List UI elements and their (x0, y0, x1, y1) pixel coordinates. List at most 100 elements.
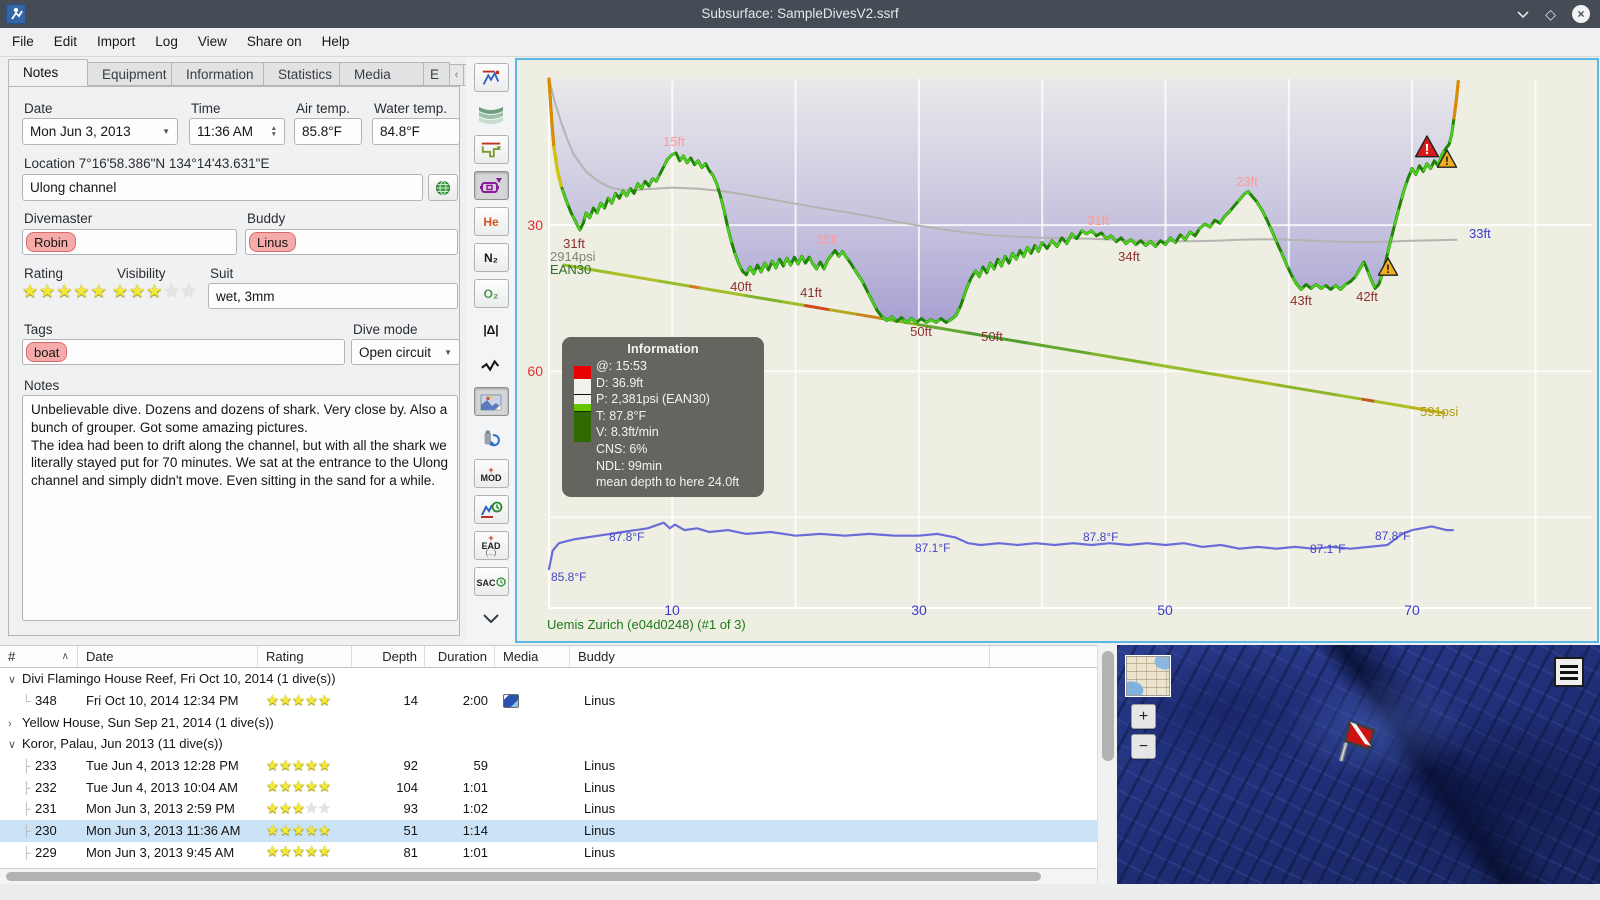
maximize-icon[interactable]: ◇ (1545, 7, 1556, 21)
tab-statistics[interactable]: Statistics (264, 62, 340, 86)
horizontal-scrollbar-handle[interactable] (6, 872, 1041, 881)
buddy-tag[interactable]: Linus (249, 232, 297, 252)
collapse-icon[interactable]: ∨ (8, 673, 22, 686)
dive-profile-chart[interactable]: 30 60 10 30 50 70 Uemis Zurich (e04d0248) (#1 … (515, 58, 1599, 643)
runner-clock-icon[interactable] (473, 495, 509, 524)
location-field[interactable] (22, 174, 423, 201)
divemaster-tag[interactable]: Robin (26, 232, 76, 252)
collapse-icon[interactable]: ∨ (8, 738, 22, 751)
tree-connector: └ (22, 694, 31, 709)
dive-mode-combobox[interactable]: Open circuit ▼ (351, 339, 460, 365)
minimap-thumbnail[interactable] (1126, 656, 1170, 696)
svg-text:50: 50 (1157, 602, 1173, 618)
he-graph-icon[interactable]: He (473, 207, 509, 236)
sort-indicator-icon[interactable]: ∧ (62, 646, 69, 667)
tab-information[interactable]: Information (172, 62, 264, 86)
dive-row[interactable]: ├ 229 Mon Jun 3, 2013 9:45 AM ★★★★★ 81 1:01 Li… (0, 842, 1097, 864)
tab-media[interactable]: Media (340, 62, 424, 86)
menu-view[interactable]: View (188, 28, 237, 56)
star-icon: ★ (279, 800, 292, 817)
dive-list[interactable]: # ∧ Date Rating Depth Duration Media Buddy ∨ Div… (0, 645, 1097, 868)
buddy-field[interactable]: Linus (245, 229, 458, 255)
globe-button[interactable] (428, 174, 458, 201)
dive-row[interactable]: ├ 231 Mon Jun 3, 2013 2:59 PM ★★★★★ 93 1:02 Li… (0, 798, 1097, 820)
star-icon: ★ (318, 757, 331, 774)
column-header-buddy[interactable]: Buddy (570, 646, 990, 667)
tab-equipment[interactable]: Equipment (88, 62, 172, 86)
column-header-rating[interactable]: Rating (258, 646, 352, 667)
photos-icon[interactable] (473, 387, 509, 416)
star-icon: ★ (292, 800, 305, 817)
star-icon: ★ (56, 281, 74, 301)
menu-edit[interactable]: Edit (44, 28, 87, 56)
star-icon: ★ (318, 800, 331, 817)
spinner-arrows-icon[interactable]: ▲ ▼ (271, 125, 277, 138)
menu-import[interactable]: Import (87, 28, 145, 56)
menu-share-on[interactable]: Share on (237, 28, 312, 56)
dive-row[interactable]: ├ 232 Tue Jun 4, 2013 10:04 AM ★★★★★ 104 1:01… (0, 776, 1097, 798)
svg-text:10: 10 (664, 602, 680, 618)
star-icon: ★ (279, 692, 292, 709)
mod-icon[interactable]: + MOD (473, 459, 509, 488)
tree-connector: ├ (22, 780, 31, 795)
svg-text:30: 30 (527, 217, 543, 233)
o2-graph-icon[interactable]: O₂ (473, 279, 509, 308)
waves-icon[interactable] (474, 99, 509, 128)
tank-change-icon[interactable] (474, 423, 509, 452)
notes-panel: Notes Equipment Information Statistics M… (0, 57, 478, 643)
close-icon[interactable]: × (1572, 5, 1590, 23)
tag-boat[interactable]: boat (26, 342, 68, 362)
trip-row[interactable]: ∨ Divi Flamingo House Reef, Fri Oct 10, 2… (0, 668, 1097, 690)
tab-extra-info[interactable]: E (424, 62, 450, 86)
vertical-scrollbar[interactable] (1097, 645, 1117, 884)
minimize-icon[interactable] (1517, 7, 1529, 21)
tab-scroll-left-icon[interactable]: ‹ (450, 64, 464, 86)
suit-field[interactable] (208, 283, 458, 309)
svg-text:15ft: 15ft (663, 134, 685, 149)
column-header-date[interactable]: Date (78, 646, 258, 667)
dive-flag-marker[interactable] (1325, 713, 1381, 772)
air-temp-field[interactable] (294, 118, 362, 145)
dive-row[interactable]: ├ 233 Tue Jun 4, 2013 12:28 PM ★★★★★ 92 59 Lin… (0, 755, 1097, 777)
column-header-duration[interactable]: Duration (425, 646, 495, 667)
heartrate-icon[interactable] (474, 351, 509, 380)
column-header-media[interactable]: Media (495, 646, 570, 667)
media-thumbnail-icon[interactable] (503, 694, 519, 709)
date-combobox[interactable]: Mon Jun 3, 2013 ▼ (22, 118, 178, 145)
dive-row[interactable]: └ 348 Fri Oct 10, 2014 12:34 PM ★★★★★ 14 2:00… (0, 690, 1097, 712)
vertical-scrollbar-handle[interactable] (1102, 651, 1114, 761)
expand-icon[interactable]: › (8, 718, 22, 730)
time-spinbox[interactable]: 11:36 AM ▲ ▼ (189, 118, 285, 145)
dc-ceiling-icon[interactable] (473, 135, 509, 164)
notes-textarea[interactable]: Unbelievable dive. Dozens and dozens of … (22, 395, 458, 621)
svg-text:35ft: 35ft (816, 232, 838, 247)
divemaster-field[interactable]: Robin (22, 229, 237, 255)
menu-file[interactable]: File (2, 28, 44, 56)
trip-row[interactable]: › Yellow House, Sun Sep 21, 2014 (1 dive(… (0, 711, 1097, 733)
tab-notes[interactable]: Notes (8, 59, 88, 86)
toolbar-scroll-down-icon[interactable] (474, 604, 509, 633)
map-menu-button[interactable] (1554, 657, 1584, 687)
column-header-depth[interactable]: Depth (352, 646, 425, 667)
map-zoom-out-button[interactable]: − (1131, 734, 1156, 759)
visibility-stars[interactable]: ★★★★★ (112, 281, 198, 302)
svg-text:50ft: 50ft (910, 324, 932, 339)
column-header-[interactable]: # ∧ (0, 646, 78, 667)
water-temp-field[interactable] (372, 118, 460, 145)
sac-icon[interactable]: SAC (473, 567, 509, 596)
svg-text:42ft: 42ft (1356, 289, 1378, 304)
trip-row[interactable]: ∨ Koror, Palau, Jun 2013 (11 dive(s)) (0, 733, 1097, 755)
delta-icon[interactable]: |Δ| (474, 315, 509, 344)
tags-field[interactable]: boat (22, 339, 345, 365)
n2-graph-icon[interactable]: N₂ (473, 243, 509, 272)
tank-pressure-icon[interactable] (473, 171, 509, 200)
menu-log[interactable]: Log (145, 28, 188, 56)
rating-stars[interactable]: ★★★★★ (22, 281, 108, 302)
dive-site-map[interactable]: + − (1117, 645, 1600, 884)
dive-row[interactable]: ├ 230 Mon Jun 3, 2013 11:36 AM ★★★★★ 51 1:14 L… (0, 819, 1097, 842)
map-zoom-in-button[interactable]: + (1131, 704, 1156, 729)
ead-icon[interactable]: + EAD (...) (473, 531, 509, 560)
profile-markers-icon[interactable] (473, 63, 509, 92)
horizontal-scrollbar[interactable] (0, 868, 1097, 884)
menu-help[interactable]: Help (312, 28, 360, 56)
